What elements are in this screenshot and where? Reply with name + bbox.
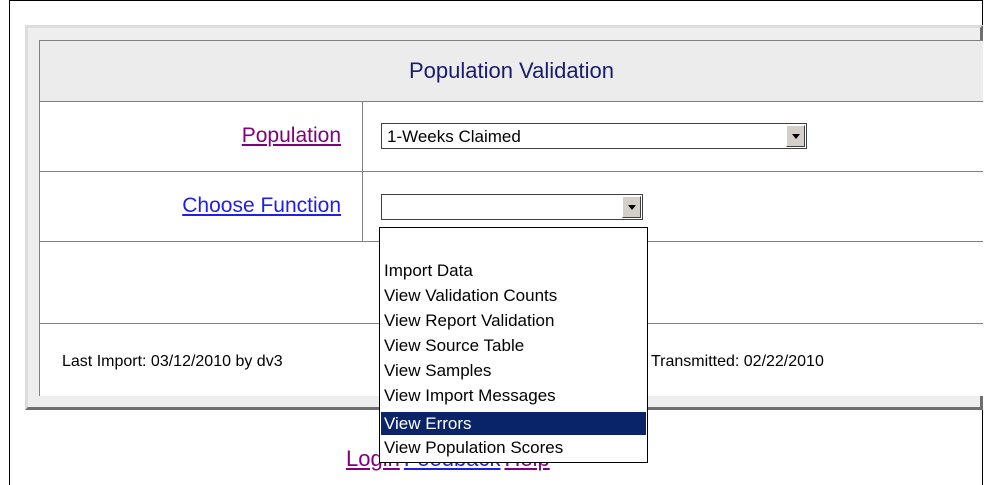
option-view-errors[interactable]: View Errors bbox=[381, 412, 646, 435]
column-divider bbox=[362, 102, 363, 242]
option-view-import-messages[interactable]: View Import Messages bbox=[381, 384, 646, 407]
option-view-source-table[interactable]: View Source Table bbox=[381, 334, 646, 357]
population-select[interactable]: 1-Weeks Claimed bbox=[381, 123, 807, 149]
option-view-samples[interactable]: View Samples bbox=[381, 359, 646, 382]
population-dropdown-button[interactable] bbox=[786, 125, 805, 147]
choose-function-link[interactable]: Choose Function bbox=[182, 194, 341, 218]
function-dropdown-list[interactable]: Import Data View Validation Counts View … bbox=[379, 227, 648, 463]
function-select[interactable] bbox=[381, 194, 643, 220]
chevron-down-icon bbox=[627, 204, 636, 210]
option-view-report-validation[interactable]: View Report Validation bbox=[381, 309, 646, 332]
population-row: Population 1-Weeks Claimed bbox=[40, 102, 983, 172]
chevron-down-icon bbox=[791, 133, 800, 139]
function-dropdown-button[interactable] bbox=[622, 196, 641, 218]
transmitted-text: Transmitted: 02/22/2010 bbox=[651, 353, 824, 370]
option-view-validation-counts[interactable]: View Validation Counts bbox=[381, 284, 646, 307]
page-title: Population Validation bbox=[40, 41, 983, 102]
population-select-value: 1-Weeks Claimed bbox=[387, 127, 521, 146]
population-link[interactable]: Population bbox=[242, 124, 341, 148]
option-import-data[interactable]: Import Data bbox=[381, 259, 646, 282]
option-view-population-scores[interactable]: View Population Scores bbox=[381, 436, 646, 459]
last-import-text: Last Import: 03/12/2010 by dv3 bbox=[62, 353, 283, 370]
